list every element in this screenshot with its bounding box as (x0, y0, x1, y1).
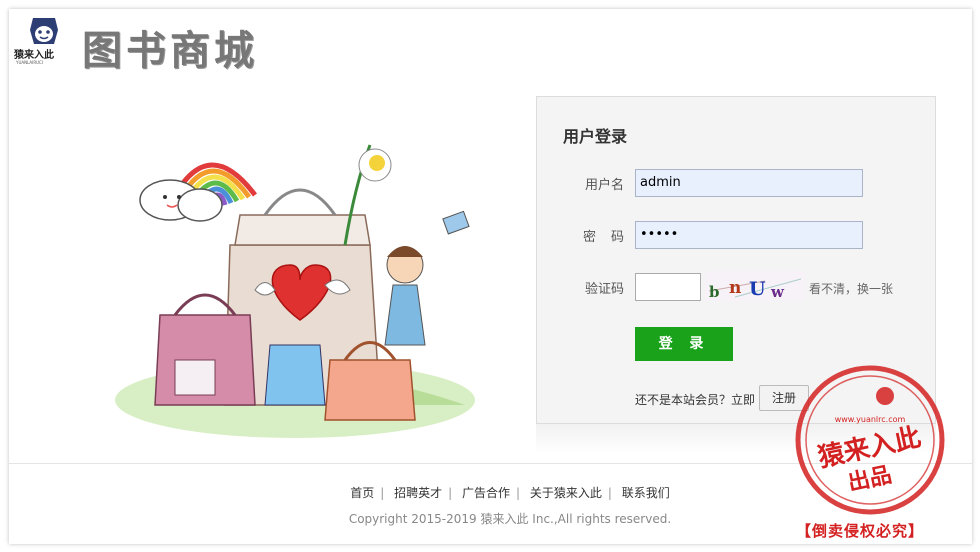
username-label: 用户名 (585, 178, 625, 193)
footer-link-ads[interactable]: 广告合作 (462, 486, 510, 500)
seal-stamp-icon: www.yuanlrc.com 猿来入此 出品 (795, 365, 945, 515)
register-prompt: 还不是本站会员？立即 (635, 393, 756, 407)
svg-text:U: U (749, 278, 766, 300)
svg-text:w: w (770, 283, 785, 301)
logo-text: 猿来入此 (14, 50, 54, 61)
footer-link-contact[interactable]: 联系我们 (622, 486, 670, 500)
login-title: 用户登录 (563, 127, 628, 146)
svg-text:n: n (729, 278, 741, 298)
shopping-illustration (115, 144, 475, 438)
seal-url: www.yuanlrc.com (835, 415, 906, 424)
captcha-image[interactable]: b n U w (705, 271, 805, 301)
captcha-label: 验证码 (585, 282, 625, 297)
site-title: 图书商城 (82, 27, 258, 74)
footer-link-home[interactable]: 首页 (350, 486, 374, 500)
footer-link-jobs[interactable]: 招聘英才 (394, 486, 442, 500)
captcha-refresh-link[interactable]: 看不清，换一张 (809, 280, 893, 297)
login-button[interactable]: 登 录 (635, 327, 733, 361)
footer-link-about[interactable]: 关于猿来入此 (530, 486, 602, 500)
logo-subtext: YUANLAIRUCI (16, 60, 44, 65)
password-input[interactable]: ••••• (635, 221, 863, 249)
password-label: 密 码 (583, 230, 626, 245)
username-input[interactable]: admin (635, 169, 863, 197)
svg-text:b: b (709, 283, 720, 301)
captcha-input[interactable] (635, 273, 701, 301)
copyright-notice: 【倒卖侵权必究】 (796, 522, 925, 540)
